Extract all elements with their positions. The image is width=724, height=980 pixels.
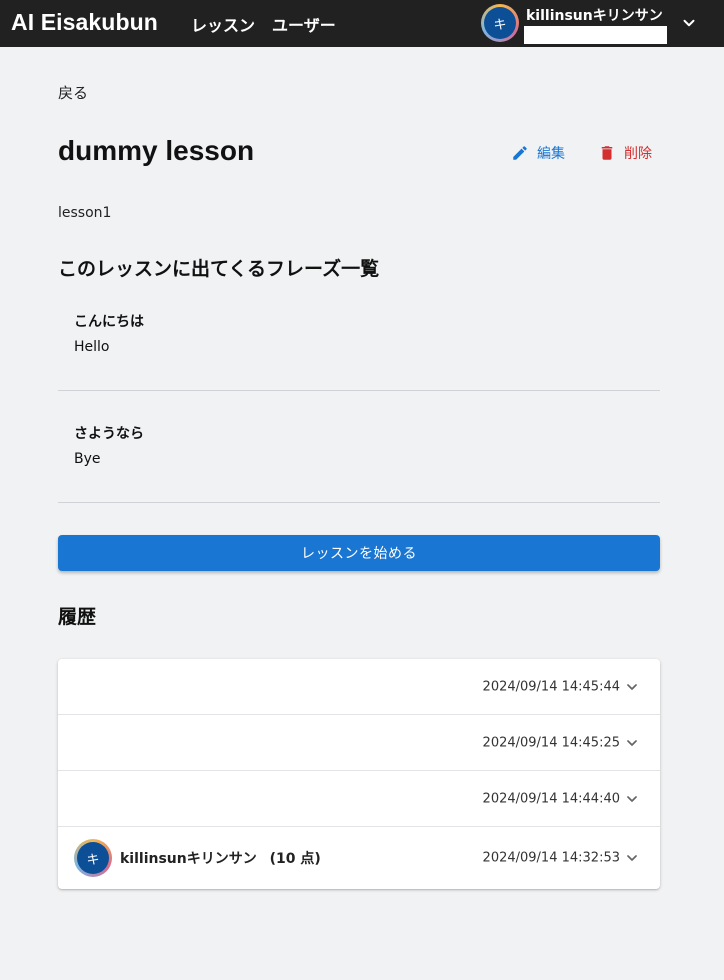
- history-timestamp: 2024/09/14 14:44:40: [482, 791, 620, 806]
- history-timestamp: 2024/09/14 14:45:44: [482, 679, 620, 694]
- phrase-english: Hello: [74, 339, 110, 355]
- app-bar: AI Eisakubun レッスン ユーザー キ killinsunキリンサン: [0, 0, 724, 47]
- chevron-down-icon[interactable]: [680, 14, 698, 32]
- user-info-box: [524, 26, 667, 44]
- phrase-item: さようなら Bye: [58, 391, 660, 503]
- lesson-subtitle: lesson1: [58, 205, 112, 221]
- history-row[interactable]: キ killinsunキリンサン (10 点) 2024/09/14 14:32…: [58, 827, 660, 889]
- history-user: killinsunキリンサン (10 点): [120, 848, 321, 868]
- delete-button[interactable]: 削除: [598, 143, 652, 163]
- main-nav: レッスン ユーザー: [191, 12, 336, 36]
- chevron-down-icon[interactable]: [624, 850, 640, 866]
- user-name: killinsunキリンサン: [526, 8, 663, 24]
- back-link[interactable]: 戻る: [58, 82, 88, 103]
- trash-icon: [601, 146, 613, 160]
- lesson-title: dummy lesson: [58, 135, 255, 166]
- phrase-item: こんにちは Hello: [58, 279, 660, 391]
- history-row[interactable]: 2024/09/14 14:45:25: [58, 715, 660, 771]
- history-timestamp: 2024/09/14 14:45:25: [482, 735, 620, 750]
- history-row[interactable]: 2024/09/14 14:45:44: [58, 659, 660, 715]
- nav-users[interactable]: ユーザー: [272, 12, 336, 36]
- phrase-japanese: こんにちは: [74, 314, 144, 330]
- history-user-avatar: キ: [74, 839, 112, 877]
- start-lesson-button[interactable]: レッスンを始める: [58, 535, 660, 571]
- history-row[interactable]: 2024/09/14 14:44:40: [58, 771, 660, 827]
- chevron-down-icon[interactable]: [624, 791, 640, 807]
- history-heading: 履歴: [58, 606, 97, 628]
- pencil-icon: [513, 146, 527, 160]
- edit-button[interactable]: 編集: [511, 143, 565, 163]
- nav-lessons[interactable]: レッスン: [191, 12, 255, 36]
- history-score: (10 点): [269, 851, 321, 867]
- edit-label: 編集: [537, 146, 565, 162]
- phrase-japanese: さようなら: [74, 426, 144, 442]
- history-timestamp: 2024/09/14 14:32:53: [482, 850, 620, 866]
- history-user-name: killinsunキリンサン: [120, 851, 257, 867]
- chevron-down-icon[interactable]: [624, 735, 640, 751]
- phrase-english: Bye: [74, 451, 101, 467]
- history-list: 2024/09/14 14:45:44 2024/09/14 14:45:25 …: [58, 659, 660, 889]
- phrases-heading: このレッスンに出てくるフレーズ一覧: [58, 258, 380, 280]
- delete-label: 削除: [624, 146, 652, 162]
- chevron-down-icon[interactable]: [624, 679, 640, 695]
- app-brand[interactable]: AI Eisakubun: [11, 9, 158, 36]
- user-avatar: キ: [481, 4, 519, 42]
